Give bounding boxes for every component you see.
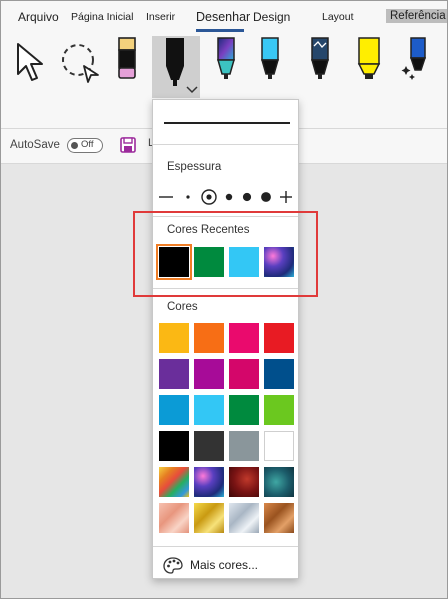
ribbon-tabs: Arquivo Página Inicial Inserir Desenhar … — [0, 0, 448, 32]
color-swatch-bronze[interactable] — [264, 503, 294, 533]
eraser-tool[interactable] — [112, 36, 142, 91]
more-colors-label: Mais cores... — [190, 558, 259, 572]
thickness-level-5[interactable] — [261, 192, 271, 202]
color-swatch-galaxy[interactable] — [194, 467, 224, 497]
eraser-icon — [118, 37, 136, 79]
pen-options-dropdown: Espessura Cores Recentes Cores Mais core… — [152, 99, 299, 579]
color-swatch-gray[interactable] — [229, 431, 259, 461]
divider — [153, 546, 298, 547]
lasso-icon — [62, 44, 99, 83]
color-swatch-dark-gray[interactable] — [194, 431, 224, 461]
pen-sparkle[interactable] — [306, 36, 334, 91]
tab-design[interactable]: Design — [253, 10, 290, 24]
action-pen[interactable] — [400, 36, 432, 91]
save-icon — [120, 137, 136, 153]
increase-thickness-button[interactable] — [280, 191, 292, 203]
colors-title: Cores — [167, 301, 198, 313]
color-swatch-green[interactable] — [229, 395, 259, 425]
thickness-level-2[interactable] — [206, 194, 212, 200]
autosave-toggle[interactable]: Off — [67, 138, 103, 153]
toggle-state-label: Off — [81, 139, 94, 150]
pen-icon — [217, 37, 235, 79]
pen-galaxy[interactable] — [212, 36, 240, 91]
thickness-level-1[interactable] — [186, 195, 190, 199]
color-swatch-red[interactable] — [264, 323, 294, 353]
color-swatch-rainbow[interactable] — [159, 467, 189, 497]
pen-black[interactable] — [158, 36, 198, 101]
color-swatch-ruby[interactable] — [229, 467, 259, 497]
color-swatch-rose-gold[interactable] — [159, 503, 189, 533]
sparkle-pen-icon — [401, 37, 427, 80]
toggle-knob — [71, 142, 78, 149]
tab-arquivo[interactable]: Arquivo — [18, 10, 59, 24]
lasso-select-tool[interactable] — [58, 40, 104, 91]
autosave-label: AutoSave — [10, 139, 60, 151]
color-swatch-white[interactable] — [264, 431, 294, 461]
cursor-arrow-icon — [17, 43, 43, 81]
thickness-selector — [159, 188, 293, 206]
color-swatch-pink[interactable] — [229, 323, 259, 353]
highlight-annotation-box — [133, 211, 318, 297]
select-tool[interactable] — [14, 42, 48, 89]
color-swatch-dark-blue[interactable] — [264, 359, 294, 389]
tab-layout[interactable]: Layout — [322, 11, 354, 23]
active-tab-indicator — [196, 29, 244, 32]
pen-icon — [261, 37, 279, 79]
color-swatch-light-blue[interactable] — [194, 395, 224, 425]
color-swatch-black[interactable] — [159, 431, 189, 461]
tab-referencia[interactable]: Referência — [386, 9, 448, 23]
color-swatch-magenta[interactable] — [194, 359, 224, 389]
tab-inserir[interactable]: Inserir — [146, 11, 175, 23]
tab-desenhar[interactable]: Desenhar — [196, 10, 250, 24]
thickness-title: Espessura — [167, 161, 222, 173]
highlighter-icon — [357, 37, 381, 79]
tab-pagina-inicial[interactable]: Página Inicial — [71, 11, 133, 23]
thickness-level-4[interactable] — [242, 192, 252, 202]
save-button[interactable] — [120, 137, 136, 158]
stroke-preview — [164, 122, 290, 124]
highlighter-yellow[interactable] — [354, 36, 384, 91]
color-swatch-lime[interactable] — [264, 395, 294, 425]
pen-icon — [311, 37, 329, 79]
palette-icon — [163, 557, 183, 574]
pen-light-blue[interactable] — [256, 36, 284, 91]
color-swatch-silver[interactable] — [229, 503, 259, 533]
color-swatch-purple[interactable] — [159, 359, 189, 389]
color-swatch-ocean[interactable] — [264, 467, 294, 497]
color-swatch-gold[interactable] — [194, 503, 224, 533]
color-swatch-orange[interactable] — [194, 323, 224, 353]
thickness-controls — [159, 189, 292, 205]
divider — [153, 144, 298, 145]
chevron-down-icon[interactable] — [186, 86, 198, 94]
more-colors-button[interactable]: Mais cores... — [163, 557, 293, 575]
color-swatch-yellow[interactable] — [159, 323, 189, 353]
color-swatch-blue[interactable] — [159, 395, 189, 425]
color-swatch-raspberry[interactable] — [229, 359, 259, 389]
thickness-level-3[interactable] — [225, 193, 233, 201]
